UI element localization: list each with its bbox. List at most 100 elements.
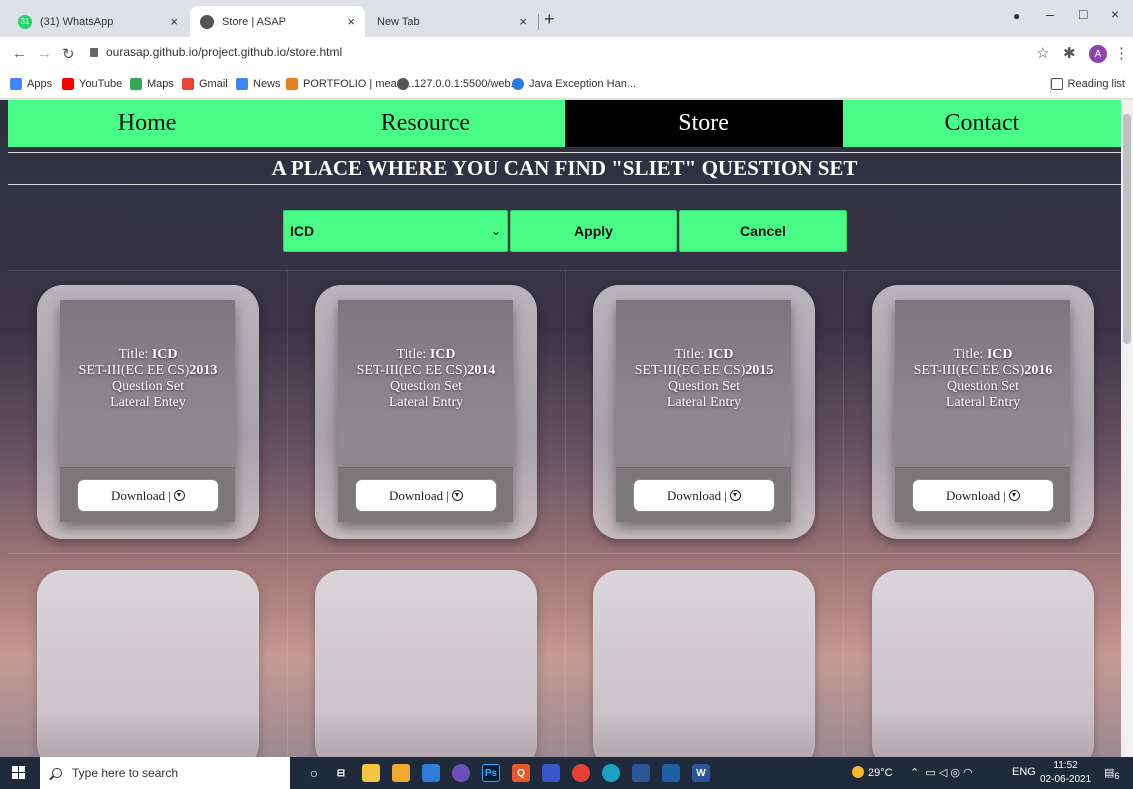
question-set-card [315, 570, 537, 757]
tab-whatsapp[interactable]: 31 (31) WhatsApp × [8, 6, 188, 37]
weather-widget[interactable]: 29°C [852, 766, 893, 779]
network-icon[interactable]: ◎ [950, 767, 960, 779]
search-icon [52, 768, 62, 778]
card-set: SET-III(EC EE CS) [356, 363, 468, 378]
globe-icon [397, 78, 409, 90]
clock[interactable]: 11:52 02-06-2021 [1040, 759, 1091, 787]
apply-button[interactable]: Apply [510, 210, 677, 252]
bookmark-apps[interactable]: Apps [10, 78, 52, 90]
bookmark-label: Maps [147, 78, 174, 90]
media-icon[interactable] [452, 764, 470, 782]
download-button[interactable]: Download | [355, 479, 497, 512]
bookmark-label: Apps [27, 78, 53, 90]
back-icon[interactable]: ← [12, 45, 27, 62]
chevron-up-icon[interactable]: ⌃ [910, 767, 919, 779]
app-icon[interactable] [542, 764, 560, 782]
nav-contact[interactable]: Contact [842, 100, 1121, 147]
cortana-icon[interactable]: ○ [305, 764, 323, 782]
card-type: Question Set [947, 379, 1019, 394]
nav-store[interactable]: Store [564, 100, 843, 147]
nav-resource[interactable]: Resource [286, 100, 565, 147]
youtube-icon [62, 78, 74, 90]
card-info: Title: ICD SET-III(EC EE CS)2015 Questio… [593, 347, 815, 411]
card-title-label: Title: [396, 347, 430, 362]
file-explorer-icon[interactable] [362, 764, 380, 782]
bookmark-news[interactable]: News [236, 78, 281, 90]
close-window-icon[interactable]: × [1111, 6, 1119, 22]
photoshop-icon[interactable]: Ps [482, 764, 500, 782]
download-button[interactable]: Download | [77, 479, 219, 512]
tab-title: Store | ASAP [222, 15, 287, 28]
bookmark-maps[interactable]: Maps [130, 78, 174, 90]
card-title-label: Title: [118, 347, 152, 362]
chrome-icon[interactable] [572, 764, 590, 782]
bookmark-portfolio[interactable]: PORTFOLIO | meani... [286, 78, 414, 90]
volume-icon[interactable]: ◁ [939, 767, 947, 779]
bookmark-java-exception[interactable]: Java Exception Han... [512, 78, 636, 90]
card-title: ICD [986, 347, 1013, 362]
apps-grid-icon [10, 78, 22, 90]
download-button[interactable]: Download | [633, 479, 775, 512]
bookmark-label: 127.0.0.1:5500/web... [414, 78, 520, 90]
task-view-icon[interactable]: ⊟ [332, 764, 350, 782]
bookmark-localhost[interactable]: 127.0.0.1:5500/web... [397, 78, 520, 90]
cancel-button[interactable]: Cancel [679, 210, 847, 252]
star-icon[interactable]: ☆ [1036, 44, 1049, 62]
battery-icon[interactable]: ▭ [925, 767, 935, 779]
page-scrollbar[interactable] [1121, 100, 1133, 757]
word-icon[interactable]: W [692, 764, 710, 782]
download-icon [730, 490, 741, 501]
notifications-icon[interactable]: ▤6 [1104, 766, 1120, 781]
card-year: 2014 [467, 363, 496, 378]
bookmark-gmail[interactable]: Gmail [182, 78, 228, 90]
grid-divider [287, 270, 288, 757]
windows-taskbar: Type here to search ○ ⊟ Ps Q W 29°C ⌃ ▭ … [0, 757, 1133, 789]
tab-new-tab[interactable]: New Tab × [367, 6, 537, 37]
wifi-icon[interactable]: ◠ [963, 767, 973, 779]
edge-icon[interactable] [602, 764, 620, 782]
tab-divider [538, 14, 539, 30]
card-title: ICD [429, 347, 456, 362]
minimize-icon[interactable]: – [1046, 6, 1054, 22]
reading-list-button[interactable]: Reading list [1050, 78, 1125, 90]
avatar[interactable]: A [1089, 45, 1107, 63]
menu-icon[interactable]: ⋮ [1114, 44, 1129, 62]
download-label: Download | [110, 487, 171, 503]
close-icon[interactable]: × [347, 14, 355, 29]
reload-icon[interactable]: ↻ [62, 45, 75, 63]
question-set-card [593, 570, 815, 757]
card-type: Question Set [668, 379, 740, 394]
bookmark-youtube[interactable]: YouTube [62, 78, 122, 90]
close-icon[interactable]: × [519, 14, 527, 29]
subject-select-value: ICD [290, 223, 315, 239]
scrollbar-thumb[interactable] [1123, 114, 1131, 344]
word-pinned-icon[interactable] [632, 764, 650, 782]
url-field[interactable]: ourasap.github.io/project.github.io/stor… [90, 45, 342, 59]
card-year: 2015 [745, 363, 774, 378]
store-icon[interactable] [392, 764, 410, 782]
tab-title: New Tab [377, 15, 420, 28]
card-set: SET-III(EC EE CS) [913, 363, 1025, 378]
download-button[interactable]: Download | [912, 479, 1054, 512]
close-icon[interactable]: × [170, 14, 178, 29]
taskbar-search-input[interactable]: Type here to search [40, 757, 290, 789]
app-q-icon[interactable]: Q [512, 764, 530, 782]
card-title-label: Title: [953, 347, 987, 362]
language-indicator[interactable]: ENG [1012, 766, 1036, 778]
subject-select[interactable]: ICD ⌄ [283, 210, 508, 252]
extensions-icon[interactable]: ✱ [1063, 44, 1076, 62]
app-pen-icon[interactable] [662, 764, 680, 782]
bookmark-label: News [253, 78, 281, 90]
tab-store[interactable]: Store | ASAP × [190, 6, 365, 37]
profile-dot-icon[interactable]: ● [1013, 9, 1020, 23]
forward-icon[interactable]: → [37, 45, 52, 62]
card-title: ICD [151, 347, 178, 362]
mail-icon[interactable] [422, 764, 440, 782]
lock-icon [90, 48, 98, 57]
clock-time: 11:52 [1053, 760, 1078, 771]
tray-icons[interactable]: ⌃ ▭ ◁ ◎ ◠ [910, 766, 973, 779]
plus-icon[interactable]: + [544, 9, 555, 30]
nav-home[interactable]: Home [8, 100, 287, 147]
windows-start-icon[interactable] [12, 766, 26, 780]
maximize-icon[interactable]: □ [1079, 6, 1087, 22]
